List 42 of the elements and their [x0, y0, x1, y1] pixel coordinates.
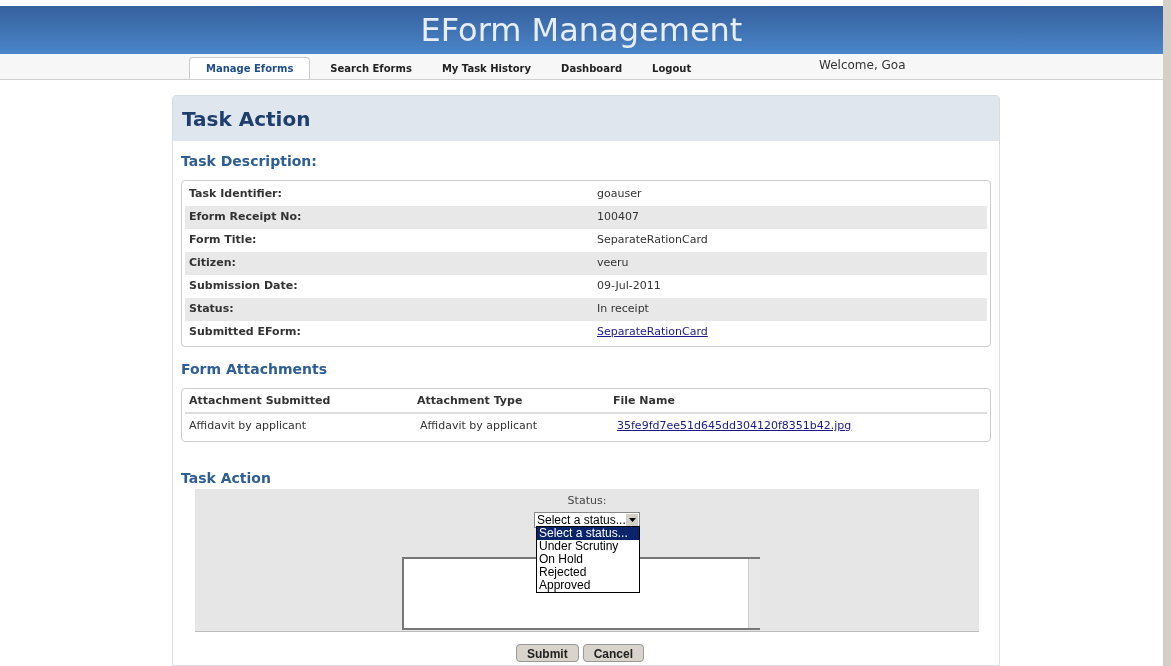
dropdown-option[interactable]: On Hold [537, 553, 639, 566]
dropdown-option[interactable]: Approved [537, 579, 639, 592]
section-heading: Task Description: [181, 152, 318, 171]
section-heading: Task Action [181, 469, 272, 488]
field-label: Status: [188, 301, 235, 318]
field-value: veeru [597, 255, 629, 272]
field-value: 100407 [597, 209, 639, 226]
field-label: Task Identifier: [188, 186, 283, 203]
welcome-text: Welcome, Goa [819, 57, 906, 74]
field-label: Citizen: [188, 255, 237, 272]
action-button[interactable]: Submit [516, 644, 579, 662]
status-select[interactable]: Select a status... [534, 511, 640, 528]
dropdown-option[interactable]: Rejected [537, 566, 639, 579]
field-label: Form Title: [188, 232, 258, 249]
nav-tab[interactable]: My Task History [429, 57, 544, 79]
dropdown-option[interactable]: Select a status... [537, 527, 639, 540]
status-label: Status: [567, 493, 607, 509]
field-label: Submission Date: [188, 278, 299, 295]
column-header: File Name [612, 393, 675, 410]
page-scrollbar[interactable] [1163, 0, 1171, 666]
nav-tab[interactable]: Manage Eforms [189, 57, 311, 79]
panel-title: Task Action [182, 105, 311, 133]
action-button[interactable]: Cancel [582, 644, 644, 662]
form-link[interactable]: SeparateRationCard [597, 324, 708, 341]
field-value: SeparateRationCard [597, 232, 708, 249]
nav-tab[interactable]: Dashboard [549, 57, 635, 79]
nav-tab[interactable]: Logout [640, 57, 704, 79]
column-header: Attachment Submitted [188, 393, 332, 410]
nav-tab[interactable]: Search Eforms [318, 57, 424, 79]
table-cell-text: Affidavit by applicant [188, 418, 308, 435]
textarea-scrollbar[interactable] [748, 559, 760, 628]
table-cell-text: Affidavit by applicant [419, 418, 539, 435]
section-heading: Form Attachments [181, 360, 328, 379]
field-label: Submitted EForm: [188, 324, 302, 341]
file-link[interactable]: 35fe9fd7ee51d645dd304120f8351b42.jpg [617, 418, 852, 435]
field-label: Eform Receipt No: [188, 209, 303, 226]
dropdown-option[interactable]: Under Scrutiny [537, 540, 639, 553]
column-header: Attachment Type [416, 393, 524, 410]
site-title: EForm Management [420, 14, 743, 46]
field-value: goauser [597, 186, 642, 203]
field-value: In receipt [597, 301, 649, 318]
field-value: 09-Jul-2011 [597, 278, 661, 295]
